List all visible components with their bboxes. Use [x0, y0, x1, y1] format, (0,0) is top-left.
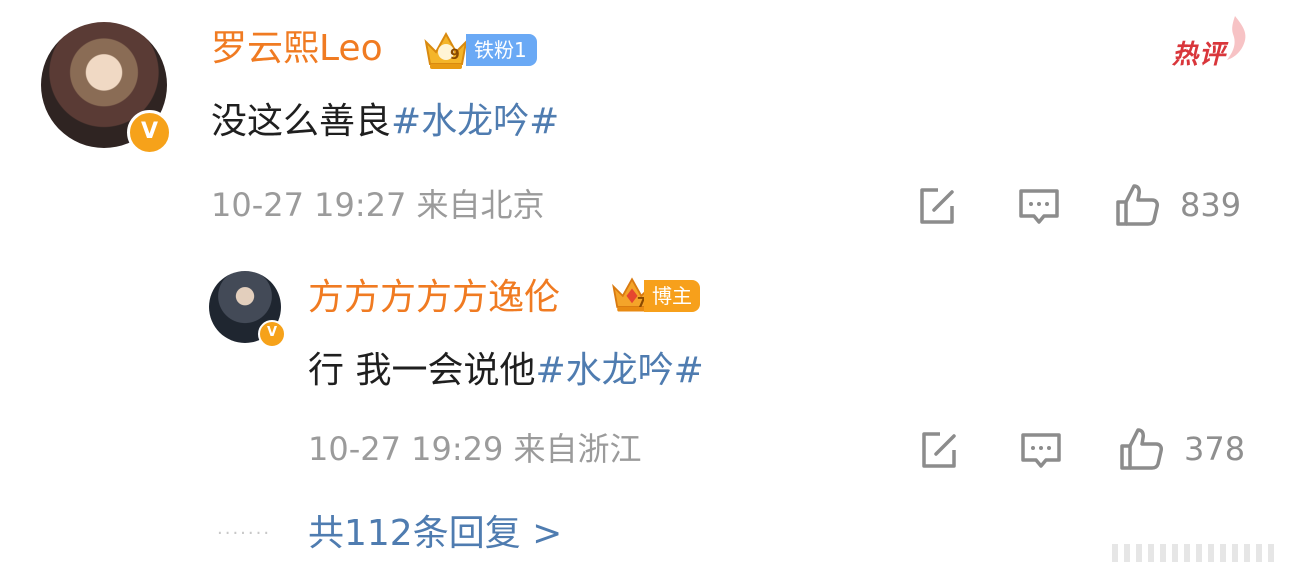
blogger-badge[interactable]: 博主	[644, 280, 700, 312]
view-replies-link[interactable]: 共112条回复 >	[308, 516, 562, 552]
comment-page: 热评 V 罗云熙Leo 9 铁粉1 没这么善良#水龙吟# 10-27 19:27…	[0, 0, 1290, 583]
like-icon[interactable]	[1118, 426, 1164, 472]
comment-icon[interactable]	[1018, 428, 1064, 474]
reply-meta: 10-27 19:29 来自浙江	[308, 430, 642, 468]
reply-body: 行 我一会说他	[308, 350, 536, 391]
like-count: 839	[1180, 186, 1242, 224]
comment-icon[interactable]	[1016, 184, 1062, 230]
comment-body: 没这么善良	[211, 101, 392, 142]
reply-text: 行 我一会说他#水龙吟#	[308, 353, 704, 389]
edit-share-icon[interactable]	[916, 428, 962, 474]
fan-level-number: 9	[450, 47, 460, 63]
edit-share-icon[interactable]	[914, 184, 960, 230]
hot-comment-label: 热评	[1172, 40, 1227, 70]
reply-username[interactable]: 方方方方方逸伦	[308, 280, 560, 316]
like-icon[interactable]	[1114, 182, 1160, 228]
divider-dots: ·······	[217, 523, 272, 544]
v-verified-icon: V	[127, 110, 172, 155]
comment-meta: 10-27 19:27 来自北京	[211, 186, 545, 224]
fan-badge[interactable]: 铁粉1	[466, 34, 537, 66]
v-verified-icon: V	[258, 320, 286, 348]
comment-username[interactable]: 罗云熙Leo	[211, 31, 383, 67]
hashtag-link[interactable]: #水龙吟#	[391, 101, 559, 142]
comment-text: 没这么善良#水龙吟#	[211, 104, 559, 140]
watermark-bars-icon	[1112, 544, 1274, 562]
crown-badge-icon	[424, 31, 468, 69]
like-count: 378	[1184, 430, 1246, 468]
hashtag-link[interactable]: #水龙吟#	[535, 350, 703, 391]
